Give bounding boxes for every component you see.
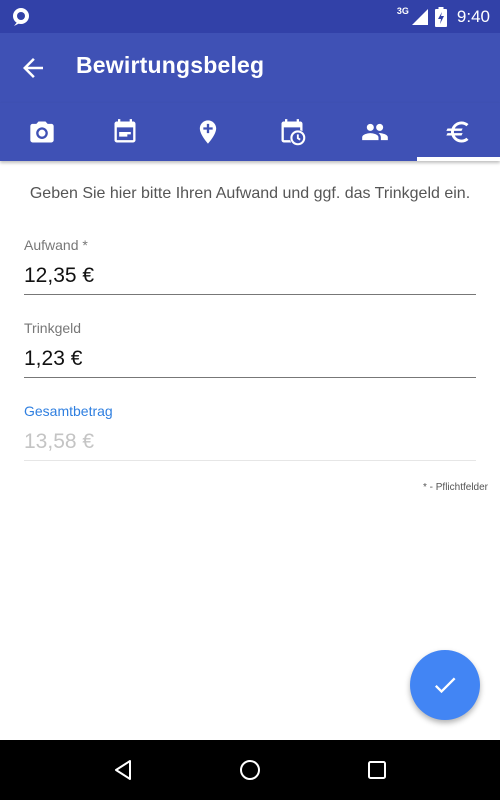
tab-location[interactable] bbox=[167, 103, 250, 161]
calendar-icon bbox=[114, 119, 136, 143]
total-value: 13,58 € bbox=[24, 430, 476, 461]
arrow-back-icon bbox=[23, 58, 43, 78]
square-recents-icon bbox=[367, 761, 386, 779]
tip-input[interactable]: 1,23 € bbox=[24, 347, 476, 378]
page-title: Bewirtungsbeleg bbox=[76, 52, 265, 78]
network-type: 3G bbox=[396, 5, 409, 16]
camera-icon bbox=[29, 121, 54, 143]
required-note: * - Pflichtfelder bbox=[422, 482, 488, 493]
nav-recents-button[interactable] bbox=[361, 754, 393, 786]
app-bar: Bewirtungsbeleg bbox=[0, 33, 500, 103]
triangle-back-icon bbox=[115, 760, 132, 780]
tab-bar bbox=[0, 103, 500, 161]
status-bar: 3G 9:40 bbox=[0, 0, 500, 33]
euro-icon bbox=[446, 121, 469, 143]
total-field: Gesamtbetrag 13,58 € bbox=[24, 403, 476, 461]
tab-time[interactable] bbox=[250, 103, 333, 161]
notification-icon bbox=[10, 6, 32, 28]
battery-icon bbox=[434, 6, 447, 27]
circle-home-icon bbox=[239, 760, 260, 780]
confirm-button[interactable] bbox=[410, 650, 480, 720]
tip-field[interactable]: Trinkgeld 1,23 € bbox=[24, 320, 476, 378]
clock: 9:40 bbox=[456, 6, 490, 26]
signal-icon bbox=[411, 8, 428, 25]
expense-label: Aufwand * bbox=[24, 237, 88, 253]
tab-amount[interactable] bbox=[416, 103, 500, 161]
tab-participants[interactable] bbox=[333, 103, 416, 161]
nav-home-button[interactable] bbox=[234, 754, 266, 786]
back-button[interactable] bbox=[18, 53, 48, 83]
expense-input[interactable]: 12,35 € bbox=[24, 264, 476, 295]
tab-date[interactable] bbox=[83, 103, 166, 161]
nav-back-button[interactable] bbox=[107, 754, 139, 786]
tip-label: Trinkgeld bbox=[24, 320, 82, 336]
check-icon bbox=[434, 677, 456, 694]
expense-field[interactable]: Aufwand * 12,35 € bbox=[24, 237, 476, 295]
people-icon bbox=[362, 123, 388, 141]
total-label: Gesamtbetrag bbox=[24, 403, 113, 419]
system-nav-bar bbox=[0, 740, 500, 800]
add-location-icon bbox=[200, 120, 217, 144]
tab-photo[interactable] bbox=[0, 103, 83, 161]
instruction-text: Geben Sie hier bitte Ihren Aufwand und g… bbox=[29, 185, 471, 202]
schedule-calendar-icon bbox=[281, 119, 305, 146]
